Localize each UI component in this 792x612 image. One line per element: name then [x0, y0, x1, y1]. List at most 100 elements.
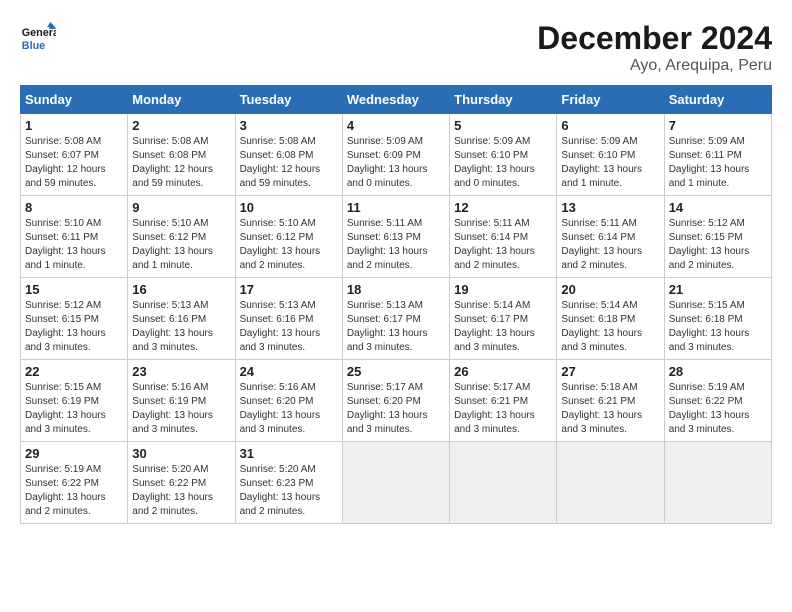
- day-info: Sunrise: 5:19 AM Sunset: 6:22 PM Dayligh…: [25, 463, 123, 519]
- calendar-cell: 12Sunrise: 5:11 AM Sunset: 6:14 PM Dayli…: [450, 196, 557, 278]
- day-info: Sunrise: 5:13 AM Sunset: 6:17 PM Dayligh…: [347, 299, 445, 355]
- day-number: 11: [347, 200, 445, 215]
- day-info: Sunrise: 5:16 AM Sunset: 6:19 PM Dayligh…: [132, 381, 230, 437]
- day-info: Sunrise: 5:11 AM Sunset: 6:13 PM Dayligh…: [347, 217, 445, 273]
- calendar-cell: 7Sunrise: 5:09 AM Sunset: 6:11 PM Daylig…: [664, 114, 771, 196]
- title-area: December 2024 Ayo, Arequipa, Peru: [537, 20, 772, 75]
- day-number: 28: [669, 364, 767, 379]
- calendar-cell: 29 Sunrise: 5:19 AM Sunset: 6:22 PM Dayli…: [21, 442, 128, 524]
- day-info: Sunrise: 5:10 AM Sunset: 6:11 PM Dayligh…: [25, 217, 123, 273]
- week-row-1: 1Sunrise: 5:08 AM Sunset: 6:07 PM Daylig…: [21, 114, 772, 196]
- day-number: 18: [347, 282, 445, 297]
- day-number: 12: [454, 200, 552, 215]
- calendar-cell: 1Sunrise: 5:08 AM Sunset: 6:07 PM Daylig…: [21, 114, 128, 196]
- calendar-cell: 19 Sunrise: 5:14 AM Sunset: 6:17 PM Dayli…: [450, 278, 557, 360]
- day-info: Sunrise: 5:14 AM Sunset: 6:17 PM Dayligh…: [454, 299, 552, 355]
- day-info: Sunrise: 5:12 AM Sunset: 6:15 PM Dayligh…: [669, 217, 767, 273]
- day-info: Sunrise: 5:15 AM Sunset: 6:18 PM Dayligh…: [669, 299, 767, 355]
- logo-icon: General Blue: [20, 20, 56, 56]
- svg-text:Blue: Blue: [22, 40, 45, 52]
- calendar-cell: 10Sunrise: 5:10 AM Sunset: 6:12 PM Dayli…: [235, 196, 342, 278]
- calendar-cell: 8 Sunrise: 5:10 AM Sunset: 6:11 PM Daylig…: [21, 196, 128, 278]
- calendar-cell: 17 Sunrise: 5:13 AM Sunset: 6:16 PM Dayli…: [235, 278, 342, 360]
- calendar-cell: 15 Sunrise: 5:12 AM Sunset: 6:15 PM Dayli…: [21, 278, 128, 360]
- day-info: Sunrise: 5:17 AM Sunset: 6:20 PM Dayligh…: [347, 381, 445, 437]
- day-info: Sunrise: 5:11 AM Sunset: 6:14 PM Dayligh…: [561, 217, 659, 273]
- calendar-cell: 25 Sunrise: 5:17 AM Sunset: 6:20 PM Dayli…: [342, 360, 449, 442]
- day-number: 19: [454, 282, 552, 297]
- calendar-cell: 18 Sunrise: 5:13 AM Sunset: 6:17 PM Dayli…: [342, 278, 449, 360]
- calendar-cell: [342, 442, 449, 524]
- calendar-cell: [664, 442, 771, 524]
- day-number: 6: [561, 118, 659, 133]
- day-number: 29: [25, 446, 123, 461]
- day-number: 22: [25, 364, 123, 379]
- calendar-cell: 6 Sunrise: 5:09 AM Sunset: 6:10 PM Daylig…: [557, 114, 664, 196]
- day-number: 9: [132, 200, 230, 215]
- day-number: 15: [25, 282, 123, 297]
- location-title: Ayo, Arequipa, Peru: [537, 57, 772, 75]
- day-info: Sunrise: 5:10 AM Sunset: 6:12 PM Dayligh…: [132, 217, 230, 273]
- weekday-monday: Monday: [128, 86, 235, 114]
- day-info: Sunrise: 5:09 AM Sunset: 6:10 PM Dayligh…: [454, 135, 552, 191]
- calendar-cell: 11 Sunrise: 5:11 AM Sunset: 6:13 PM Dayli…: [342, 196, 449, 278]
- day-number: 25: [347, 364, 445, 379]
- week-row-5: 29 Sunrise: 5:19 AM Sunset: 6:22 PM Dayli…: [21, 442, 772, 524]
- calendar-cell: 13 Sunrise: 5:11 AM Sunset: 6:14 PM Dayli…: [557, 196, 664, 278]
- day-info: Sunrise: 5:16 AM Sunset: 6:20 PM Dayligh…: [240, 381, 338, 437]
- calendar-cell: 31Sunrise: 5:20 AM Sunset: 6:23 PM Dayli…: [235, 442, 342, 524]
- calendar-cell: 9 Sunrise: 5:10 AM Sunset: 6:12 PM Daylig…: [128, 196, 235, 278]
- weekday-saturday: Saturday: [664, 86, 771, 114]
- day-info: Sunrise: 5:13 AM Sunset: 6:16 PM Dayligh…: [240, 299, 338, 355]
- weekday-thursday: Thursday: [450, 86, 557, 114]
- day-number: 20: [561, 282, 659, 297]
- weekday-header-row: SundayMondayTuesdayWednesdayThursdayFrid…: [21, 86, 772, 114]
- calendar-cell: [557, 442, 664, 524]
- day-number: 26: [454, 364, 552, 379]
- day-number: 3: [240, 118, 338, 133]
- day-number: 21: [669, 282, 767, 297]
- calendar-cell: 28 Sunrise: 5:19 AM Sunset: 6:22 PM Dayli…: [664, 360, 771, 442]
- day-number: 24: [240, 364, 338, 379]
- day-number: 8: [25, 200, 123, 215]
- calendar-cell: 21 Sunrise: 5:15 AM Sunset: 6:18 PM Dayli…: [664, 278, 771, 360]
- calendar-cell: 3 Sunrise: 5:08 AM Sunset: 6:08 PM Daylig…: [235, 114, 342, 196]
- day-number: 10: [240, 200, 338, 215]
- day-info: Sunrise: 5:19 AM Sunset: 6:22 PM Dayligh…: [669, 381, 767, 437]
- day-info: Sunrise: 5:14 AM Sunset: 6:18 PM Dayligh…: [561, 299, 659, 355]
- day-number: 27: [561, 364, 659, 379]
- day-info: Sunrise: 5:12 AM Sunset: 6:15 PM Dayligh…: [25, 299, 123, 355]
- day-number: 16: [132, 282, 230, 297]
- day-info: Sunrise: 5:20 AM Sunset: 6:23 PM Dayligh…: [240, 463, 338, 519]
- day-number: 4: [347, 118, 445, 133]
- day-info: Sunrise: 5:09 AM Sunset: 6:10 PM Dayligh…: [561, 135, 659, 191]
- calendar-cell: 4 Sunrise: 5:09 AM Sunset: 6:09 PM Daylig…: [342, 114, 449, 196]
- calendar-cell: 22Sunrise: 5:15 AM Sunset: 6:19 PM Dayli…: [21, 360, 128, 442]
- weekday-tuesday: Tuesday: [235, 86, 342, 114]
- weekday-friday: Friday: [557, 86, 664, 114]
- day-number: 7: [669, 118, 767, 133]
- logo: General Blue: [20, 20, 56, 56]
- day-number: 13: [561, 200, 659, 215]
- calendar-cell: 27 Sunrise: 5:18 AM Sunset: 6:21 PM Dayli…: [557, 360, 664, 442]
- calendar-body: 1Sunrise: 5:08 AM Sunset: 6:07 PM Daylig…: [21, 114, 772, 524]
- page-header: General Blue December 2024 Ayo, Arequipa…: [20, 20, 772, 75]
- calendar-cell: 24 Sunrise: 5:16 AM Sunset: 6:20 PM Dayli…: [235, 360, 342, 442]
- day-number: 30: [132, 446, 230, 461]
- day-info: Sunrise: 5:18 AM Sunset: 6:21 PM Dayligh…: [561, 381, 659, 437]
- day-info: Sunrise: 5:09 AM Sunset: 6:09 PM Dayligh…: [347, 135, 445, 191]
- calendar-cell: 14Sunrise: 5:12 AM Sunset: 6:15 PM Dayli…: [664, 196, 771, 278]
- day-number: 17: [240, 282, 338, 297]
- calendar-cell: 30Sunrise: 5:20 AM Sunset: 6:22 PM Dayli…: [128, 442, 235, 524]
- calendar-cell: 23 Sunrise: 5:16 AM Sunset: 6:19 PM Dayli…: [128, 360, 235, 442]
- calendar-cell: 16 Sunrise: 5:13 AM Sunset: 6:16 PM Dayli…: [128, 278, 235, 360]
- day-number: 1: [25, 118, 123, 133]
- calendar-cell: 26Sunrise: 5:17 AM Sunset: 6:21 PM Dayli…: [450, 360, 557, 442]
- week-row-4: 22Sunrise: 5:15 AM Sunset: 6:19 PM Dayli…: [21, 360, 772, 442]
- calendar-cell: 5 Sunrise: 5:09 AM Sunset: 6:10 PM Daylig…: [450, 114, 557, 196]
- day-info: Sunrise: 5:08 AM Sunset: 6:08 PM Dayligh…: [132, 135, 230, 191]
- day-number: 23: [132, 364, 230, 379]
- day-info: Sunrise: 5:08 AM Sunset: 6:08 PM Dayligh…: [240, 135, 338, 191]
- day-number: 5: [454, 118, 552, 133]
- day-info: Sunrise: 5:13 AM Sunset: 6:16 PM Dayligh…: [132, 299, 230, 355]
